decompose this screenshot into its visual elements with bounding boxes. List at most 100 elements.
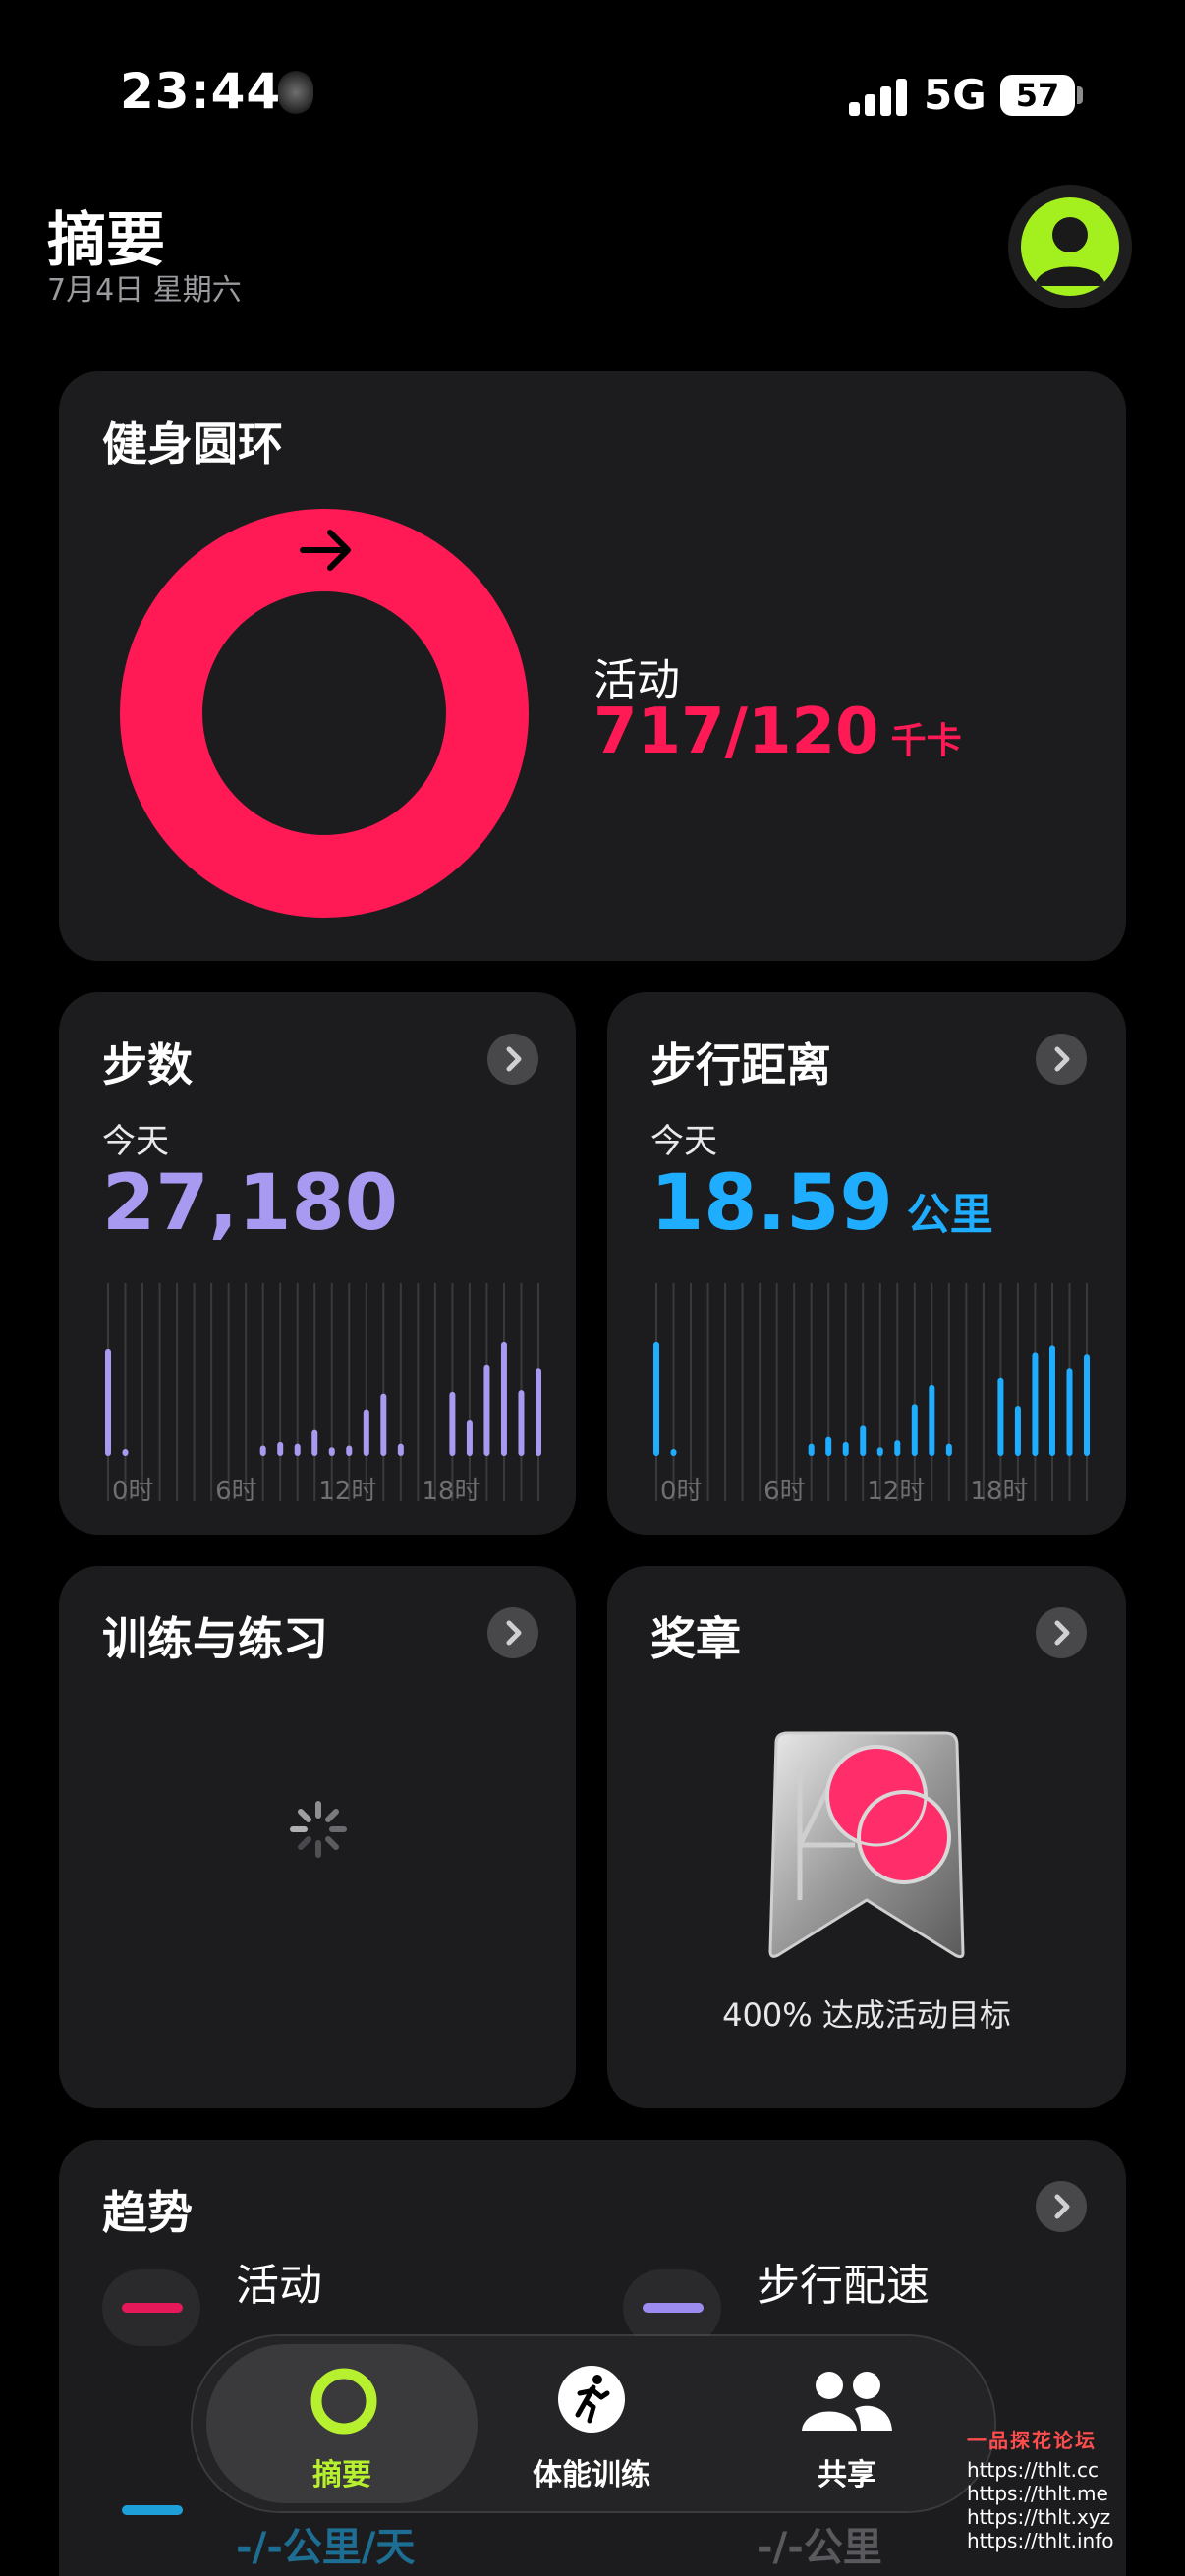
tab-fitness-workouts[interactable]: 体能训练	[491, 2344, 692, 2503]
workouts-card[interactable]: 训练与练习	[59, 1566, 576, 2108]
chart-bar	[363, 1409, 369, 1456]
watermark-line: https://thlt.info	[967, 2529, 1114, 2552]
chart-bar	[500, 1341, 507, 1456]
chevron-right-icon[interactable]	[1036, 1607, 1087, 1658]
chart-tick-label: 12时	[318, 1477, 376, 1506]
trend-line-icon	[643, 2303, 704, 2313]
chart-tick-label: 12时	[867, 1477, 925, 1506]
distance-hourly-chart: 0时 6时 12时 18时	[653, 1283, 1090, 1506]
award-badge-image	[768, 1731, 965, 1959]
chevron-right-icon[interactable]	[1036, 1034, 1087, 1085]
chart-bar	[328, 1447, 335, 1456]
watermark-line: https://thlt.me	[967, 2482, 1108, 2505]
chart-bar	[380, 1393, 387, 1456]
chart-tick-label: 0时	[660, 1477, 703, 1506]
chart-bar	[825, 1436, 832, 1456]
watermark-line: https://thlt.xyz	[967, 2505, 1111, 2529]
chart-bar	[1014, 1405, 1021, 1456]
distance-value-row: 18.59 公里	[650, 1159, 993, 1248]
chart-tick-label: 6时	[215, 1477, 257, 1506]
battery-tip-icon	[1077, 86, 1083, 104]
page-date: 7月4日 星期六	[47, 273, 242, 308]
distance-value: 18.59	[650, 1159, 893, 1248]
chart-bar	[1084, 1354, 1090, 1456]
steps-value: 27,180	[102, 1159, 398, 1248]
trend-line-icon	[122, 2303, 183, 2313]
chart-bar	[945, 1443, 952, 1456]
card-title: 训练与练习	[102, 1612, 328, 1665]
person-icon	[1021, 197, 1119, 296]
chevron-right-icon[interactable]	[487, 1607, 538, 1658]
card-title: 步行距离	[650, 1038, 831, 1092]
card-title: 健身圆环	[102, 418, 283, 471]
two-people-icon	[802, 2372, 892, 2431]
chart-bar	[653, 1341, 659, 1456]
watermark-line: https://thlt.cc	[967, 2458, 1099, 2482]
chart-tick-label: 6时	[763, 1477, 806, 1506]
chart-bar	[122, 1448, 129, 1456]
chart-bar	[894, 1440, 901, 1456]
chart-bar	[277, 1441, 284, 1456]
today-label: 今天	[102, 1122, 169, 1161]
chevron-right-icon[interactable]	[1036, 2181, 1087, 2232]
cellular-signal-icon	[849, 77, 908, 116]
awards-card[interactable]: 奖章 400% 达成活动目标	[607, 1566, 1126, 2108]
activity-ring-icon	[310, 2368, 377, 2435]
chart-bar	[670, 1448, 677, 1456]
chart-tick-label: 18时	[422, 1477, 480, 1506]
move-value-row: 717/120 千卡	[593, 696, 962, 768]
trend-value: -/-公里	[757, 2525, 882, 2570]
trend-item-activity[interactable]: 活动	[98, 2246, 511, 2346]
chart-bar	[346, 1445, 353, 1456]
tab-label: 体能训练	[533, 2458, 650, 2492]
tab-sharing[interactable]: 共享	[747, 2344, 947, 2503]
move-unit: 千卡	[890, 721, 962, 761]
chart-bar	[860, 1425, 867, 1456]
chart-bar	[536, 1368, 541, 1456]
trend-item-walking-pace[interactable]: 步行配速	[619, 2246, 1091, 2346]
status-time: 23:44	[120, 63, 282, 120]
profile-avatar-button[interactable]	[1008, 185, 1132, 308]
trend-line-icon	[122, 2505, 183, 2515]
chart-bar	[808, 1443, 815, 1456]
card-title: 趋势	[102, 2186, 193, 2239]
walking-distance-card[interactable]: 步行距离 今天 18.59 公里 0时 6时 12时 18时	[607, 992, 1126, 1535]
award-caption: 400% 达成活动目标	[722, 1996, 1011, 2034]
watermark-line: 一品探花论坛	[967, 2429, 1097, 2452]
privacy-blur	[278, 71, 313, 114]
card-title: 步数	[102, 1038, 193, 1092]
today-label: 今天	[650, 1122, 717, 1161]
chart-bar	[105, 1348, 111, 1456]
tab-label: 共享	[818, 2458, 876, 2492]
activity-rings-card[interactable]: 健身圆环 活动 717/120 千卡	[59, 371, 1126, 961]
chart-bar	[997, 1377, 1004, 1456]
chart-bar	[1032, 1352, 1039, 1456]
chart-tick-label: 18时	[970, 1477, 1028, 1506]
chart-bar	[1048, 1345, 1055, 1456]
chevron-right-icon[interactable]	[487, 1034, 538, 1085]
chart-bar	[929, 1384, 935, 1456]
chart-bar	[294, 1443, 301, 1456]
chart-tick-label: 0时	[112, 1477, 154, 1506]
card-title: 奖章	[650, 1612, 741, 1665]
trend-label: 步行配速	[757, 2261, 930, 2311]
chart-bar	[518, 1390, 525, 1456]
chart-bar	[483, 1364, 490, 1456]
trend-label: 活动	[236, 2261, 322, 2311]
chart-bar	[876, 1447, 883, 1456]
network-type: 5G	[924, 71, 987, 119]
move-ring	[120, 509, 529, 918]
chart-bar	[311, 1429, 318, 1456]
chart-bar	[842, 1441, 849, 1456]
steps-card[interactable]: 步数 今天 27,180 0时 6时 12时 18时	[59, 992, 576, 1535]
chart-bar	[1066, 1368, 1073, 1456]
chart-bar	[449, 1391, 456, 1456]
loading-spinner-icon	[290, 1801, 347, 1858]
battery-indicator: 57	[1000, 75, 1075, 116]
tab-summary[interactable]: 摘要	[206, 2344, 478, 2503]
running-figure-icon	[558, 2366, 625, 2433]
chart-bar	[466, 1420, 473, 1456]
trend-value: -/-公里/天	[236, 2525, 416, 2570]
chart-bar	[397, 1443, 404, 1456]
tab-label: 摘要	[312, 2458, 371, 2492]
